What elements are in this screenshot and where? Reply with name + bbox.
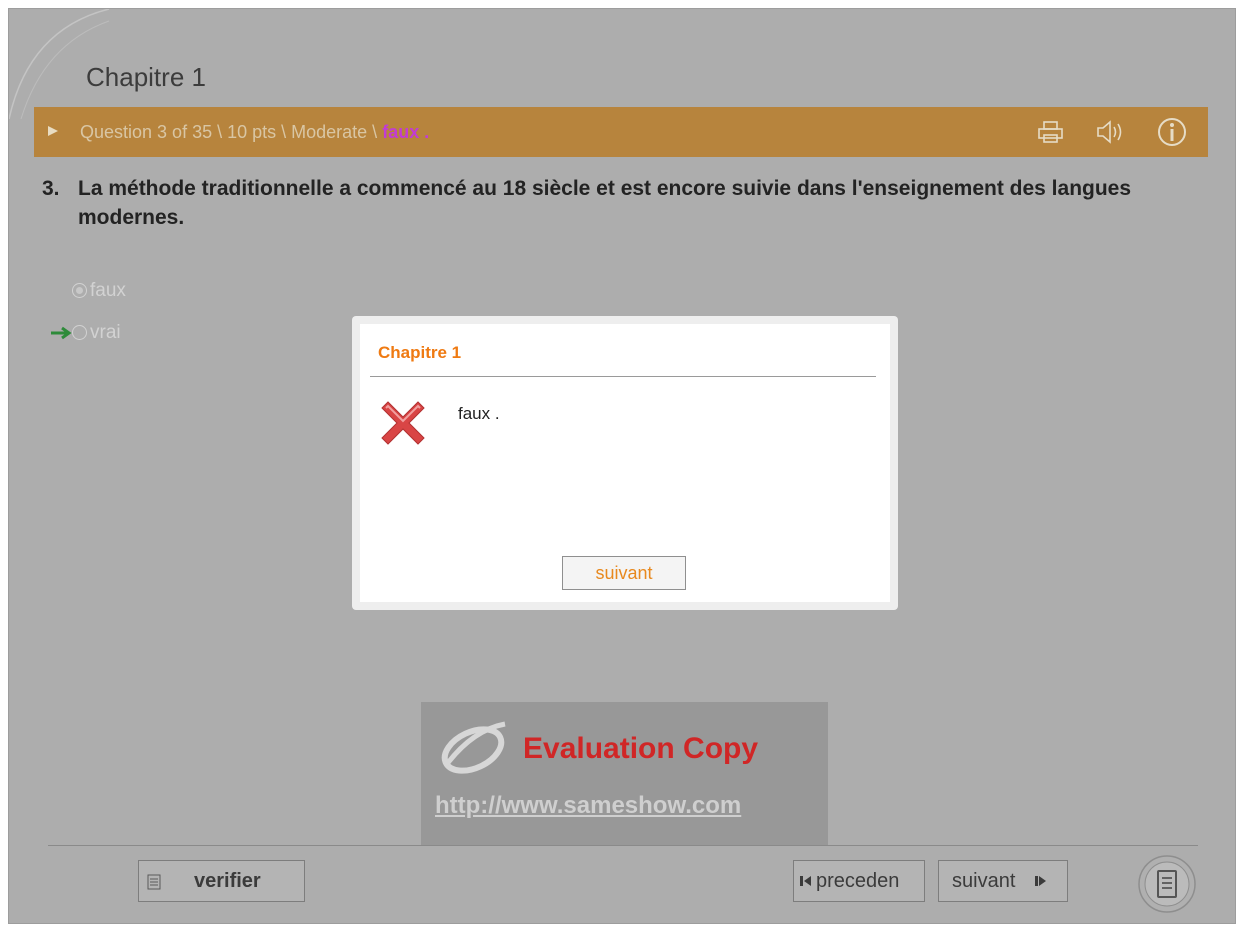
previous-icon [800,876,811,886]
footer-divider [48,845,1198,846]
option-vrai[interactable]: vrai [72,322,121,344]
next-label: suivant [952,870,1016,892]
previous-button[interactable]: preceden [793,860,925,902]
option-faux[interactable]: faux [72,280,126,302]
answer-status: faux . [382,122,430,142]
question-meta: Question 3 of 35 \ 10 pts \ Moderate \ [80,122,383,142]
dialog-title: Chapitre 1 [378,343,462,362]
bullet-arrow-icon [48,126,58,136]
feedback-dialog: Chapitre 1 faux . suivant [352,316,898,610]
sameshow-logo-icon [441,721,506,774]
question-info-text: Question 3 of 35 \ 10 pts \ Moderate \ f… [80,122,429,143]
question-number: 3. [42,177,60,200]
next-button[interactable]: suivant [938,860,1068,902]
document-icon [147,874,161,890]
dialog-message: faux . [458,404,500,423]
feedback-dialog-body: Chapitre 1 faux . suivant [360,324,890,602]
previous-label: preceden [816,870,900,892]
watermark-title: Evaluation Copy [523,732,759,765]
verify-button[interactable]: verifier [138,860,305,902]
submit-document-icon[interactable] [1137,854,1197,914]
dialog-next-button[interactable]: suivant [562,556,686,590]
correct-answer-arrow-icon [51,326,72,340]
option-label: faux [90,280,126,301]
radio-unselected-icon[interactable] [72,325,87,340]
evaluation-watermark: Evaluation Copy http://www.sameshow.com [421,702,828,846]
option-label: vrai [90,322,121,343]
watermark-url: http://www.sameshow.com [435,792,742,819]
question-info-bar: Question 3 of 35 \ 10 pts \ Moderate \ f… [34,107,1208,157]
printer-icon[interactable] [1036,119,1066,145]
info-icon[interactable] [1156,116,1188,148]
question-text: La méthode traditionnelle a commencé au … [78,177,1132,229]
verify-label: verifier [194,870,261,892]
wrong-answer-x-icon [381,401,425,445]
page-title: Chapitre 1 [86,62,206,92]
dialog-divider [370,376,876,377]
speaker-icon[interactable] [1094,119,1126,145]
next-icon [1035,876,1046,886]
radio-selected-icon[interactable] [72,283,87,298]
